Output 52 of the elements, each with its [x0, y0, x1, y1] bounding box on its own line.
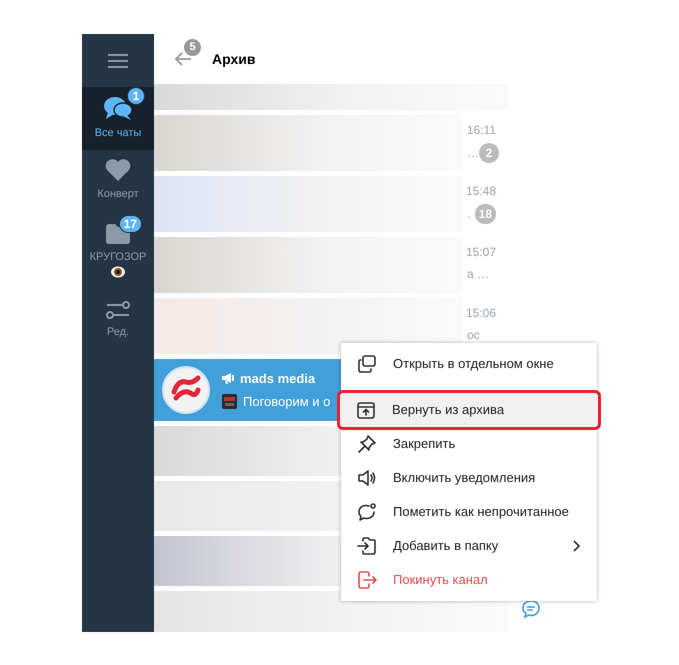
chat-time: 15:07: [466, 244, 496, 261]
menu-item[interactable]: Покинуть канал: [341, 563, 597, 597]
back-arrow-icon[interactable]: [174, 51, 192, 67]
folder-tab[interactable]: 1 Все чаты: [82, 87, 154, 150]
message-preview: а …: [467, 266, 490, 283]
menu-item-label: Добавить в папку: [393, 537, 498, 556]
chat-time: 16:11: [466, 122, 496, 139]
archive-count-badge: 5: [184, 39, 201, 56]
menu-item-label: Вернуть из архива: [392, 401, 504, 420]
chat-bubble-icon[interactable]: [521, 599, 541, 619]
menu-item[interactable]: Пометить как непрочитанное: [341, 495, 597, 529]
message-preview: .: [467, 206, 470, 223]
thumbnail-icon: [222, 394, 237, 410]
megaphone-icon: [222, 372, 234, 384]
folder-arrow-icon: [357, 536, 377, 556]
folder-tab[interactable]: Конверт: [82, 150, 154, 212]
channel-avatar-icon: [162, 366, 210, 414]
pin-icon: [357, 434, 377, 454]
exit-icon: [357, 570, 377, 590]
menu-item[interactable]: Включить уведомления: [341, 461, 597, 495]
unread-badge: 1: [127, 87, 145, 105]
folder-label: КРУГОЗОР: [90, 250, 146, 266]
menu-item-label: Включить уведомления: [393, 469, 536, 488]
folder-tab[interactable]: Ред.: [82, 290, 154, 352]
folder-label: Ред.: [106, 325, 130, 340]
message-preview: …: [467, 145, 479, 162]
message-preview: ос: [467, 327, 480, 344]
menu-item-label: Пометить как непрочитанное: [393, 503, 569, 522]
unread-badge: 18: [474, 204, 496, 224]
message-preview: Поговорим и о: [243, 393, 330, 411]
menu-item[interactable]: Вернуть из архива: [340, 393, 598, 427]
menu-item[interactable]: Закрепить: [341, 427, 597, 461]
menu-item[interactable]: Добавить в папку: [341, 529, 597, 563]
menu-item-label: Закрепить: [393, 435, 456, 454]
folder-tab[interactable]: 17 КРУГОЗОР: [82, 212, 154, 290]
sliders-icon: [106, 300, 130, 320]
folder-label: Все чаты: [94, 126, 142, 141]
heart-icon: [105, 158, 131, 182]
chat-time: 15:06: [466, 305, 496, 322]
unread-badge: 2: [479, 143, 499, 163]
unread-badge: 17: [118, 215, 142, 234]
windows-icon: [357, 354, 377, 374]
folder-label: Конверт: [97, 187, 139, 202]
chat-time: 15:48: [466, 183, 496, 200]
speaker-icon: [357, 468, 377, 488]
box-arrow-up-icon: [356, 400, 376, 420]
chat-bubbles-icon: [103, 95, 133, 121]
speech-bubble-dot-icon: [357, 502, 377, 522]
channel-name: mads media: [240, 370, 316, 388]
menu-icon[interactable]: [108, 54, 128, 68]
header-title: Архив: [212, 50, 256, 69]
menu-item-label: Покинуть канал: [393, 571, 488, 590]
